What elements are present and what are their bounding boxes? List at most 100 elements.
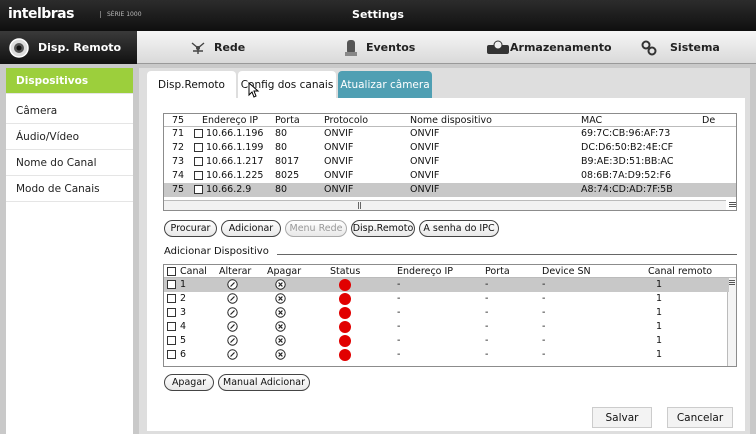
row-checkbox[interactable] — [167, 322, 176, 331]
row-port: 80 — [275, 184, 288, 195]
row-sn: - — [542, 307, 546, 318]
col-nome[interactable]: Nome dispositivo — [410, 115, 492, 126]
apagar-button[interactable]: Apagar — [164, 374, 214, 391]
table-row[interactable]: 72 10.66.1.199 80 ONVIF ONVIF DC:D6:50:B… — [164, 141, 736, 155]
row-ip: 10.66.2.9 — [206, 184, 252, 195]
col-protocolo[interactable]: Protocolo — [324, 115, 368, 126]
col-canal[interactable]: Canal — [180, 266, 207, 277]
row-checkbox[interactable] — [194, 157, 203, 166]
col-alterar[interactable]: Alterar — [219, 266, 251, 277]
table-row[interactable]: 4 - - - 1 — [164, 320, 729, 334]
delete-icon[interactable] — [275, 293, 286, 304]
cancelar-button[interactable]: Cancelar — [667, 407, 733, 428]
select-all-checkbox[interactable] — [167, 267, 176, 276]
status-offline-icon — [339, 335, 351, 347]
delete-icon[interactable] — [275, 307, 286, 318]
disp-remoto-button[interactable]: Disp.Remoto — [351, 220, 415, 237]
menu-rede-button[interactable]: Menu Rede — [285, 220, 347, 237]
row-checkbox[interactable] — [194, 171, 203, 180]
row-channel: 2 — [180, 293, 187, 304]
table-row[interactable]: 75 10.66.2.9 80 ONVIF ONVIF A8:74:CD:AD:… — [164, 183, 736, 197]
edit-icon[interactable] — [227, 293, 238, 304]
delete-icon[interactable] — [275, 349, 286, 360]
row-checkbox[interactable] — [194, 185, 203, 194]
nav-rede[interactable]: Rede — [190, 31, 245, 64]
col-status[interactable]: Status — [330, 266, 360, 277]
row-checkbox[interactable] — [167, 294, 176, 303]
col-ip[interactable]: Endereço IP — [397, 266, 453, 277]
table-row[interactable]: 3 - - - 1 — [164, 306, 729, 320]
row-checkbox[interactable] — [194, 129, 203, 138]
delete-icon[interactable] — [275, 321, 286, 332]
row-ip: - — [397, 321, 401, 332]
col-device-sn[interactable]: Device SN — [542, 266, 591, 277]
col-apagar[interactable]: Apagar — [267, 266, 301, 277]
table-row[interactable]: 73 10.66.1.217 8017 ONVIF ONVIF B9:AE:3D… — [164, 155, 736, 169]
events-icon — [344, 38, 358, 58]
row-port: 80 — [275, 128, 288, 139]
row-name: ONVIF — [410, 128, 440, 139]
row-port: - — [485, 279, 489, 290]
edit-icon[interactable] — [227, 279, 238, 290]
sidebar-item-modo-canais[interactable]: Modo de Canais — [6, 176, 133, 202]
col-porta[interactable]: Porta — [485, 266, 510, 277]
delete-icon[interactable] — [275, 335, 286, 346]
row-checkbox[interactable] — [194, 143, 203, 152]
nav-eventos[interactable]: Eventos — [344, 31, 415, 64]
result-count: 75 — [172, 115, 185, 126]
table-row[interactable]: 71 10.66.1.196 80 ONVIF ONVIF 69:7C:CB:9… — [164, 127, 736, 141]
tab-atualizar-camera[interactable]: Atualizar câmera — [338, 71, 432, 99]
row-checkbox[interactable] — [167, 280, 176, 289]
row-checkbox[interactable] — [167, 350, 176, 359]
row-port: - — [485, 293, 489, 304]
procurar-button[interactable]: Procurar — [164, 220, 217, 237]
delete-icon[interactable] — [275, 279, 286, 290]
adicionar-button[interactable]: Adicionar — [221, 220, 281, 237]
sidebar-item-camera[interactable]: Câmera — [6, 98, 133, 124]
nav-label: Disp. Remoto — [38, 41, 122, 54]
col-canal-remoto[interactable]: Canal remoto — [648, 266, 712, 277]
edit-icon[interactable] — [227, 335, 238, 346]
table-row[interactable]: 5 - - - 1 — [164, 334, 729, 348]
table-row[interactable]: 1 - - - 1 — [164, 278, 729, 292]
nav-sistema[interactable]: Sistema — [640, 31, 720, 64]
row-ip: - — [397, 293, 401, 304]
row-port: - — [485, 307, 489, 318]
tab-disp-remoto[interactable]: Disp.Remoto — [147, 71, 236, 99]
row-remote-channel: 1 — [656, 307, 663, 318]
table-row[interactable]: 74 10.66.1.225 8025 ONVIF ONVIF 08:6B:7A… — [164, 169, 736, 183]
col-ip[interactable]: Endereço IP — [202, 115, 258, 126]
row-checkbox[interactable] — [167, 308, 176, 317]
horizontal-scrollbar[interactable] — [164, 200, 726, 210]
row-checkbox[interactable] — [167, 336, 176, 345]
edit-icon[interactable] — [227, 321, 238, 332]
edit-icon[interactable] — [227, 307, 238, 318]
edit-icon[interactable] — [227, 349, 238, 360]
nav-label: Eventos — [366, 41, 416, 54]
salvar-button[interactable]: Salvar — [592, 407, 652, 428]
top-nav: Disp. Remoto Rede Eventos Armazenamento … — [0, 31, 756, 64]
sidebar-item-dispositivos[interactable]: Dispositivos — [6, 68, 133, 94]
row-channel: 4 — [180, 321, 187, 332]
storage-icon — [486, 40, 510, 56]
table-row[interactable]: 6 - - - 1 — [164, 348, 729, 362]
sidebar-item-audio-video[interactable]: Áudio/Vídeo — [6, 124, 133, 150]
status-offline-icon — [339, 293, 351, 305]
col-more[interactable]: De — [702, 115, 715, 126]
row-number: 73 — [172, 156, 185, 167]
sidebar-item-nome-canal[interactable]: Nome do Canal — [6, 150, 133, 176]
status-offline-icon — [339, 307, 351, 319]
col-porta[interactable]: Porta — [275, 115, 300, 126]
col-mac[interactable]: MAC — [581, 115, 602, 126]
row-ip: - — [397, 307, 401, 318]
scrollbar-corner-icon[interactable] — [726, 200, 736, 210]
row-ip: 10.66.1.225 — [206, 170, 264, 181]
table-row[interactable]: 2 - - - 1 — [164, 292, 729, 306]
manual-adicionar-button[interactable]: Manual Adicionar — [218, 374, 310, 391]
row-ip: 10.66.1.217 — [206, 156, 264, 167]
nav-disp-remoto[interactable]: Disp. Remoto — [0, 31, 137, 64]
row-protocol: ONVIF — [324, 156, 354, 167]
row-port: - — [485, 321, 489, 332]
senha-ipc-button[interactable]: A senha do IPC — [419, 220, 499, 237]
nav-armazenamento[interactable]: Armazenamento — [486, 31, 612, 64]
